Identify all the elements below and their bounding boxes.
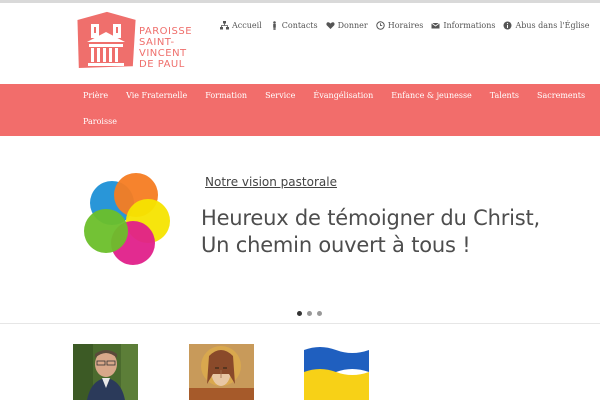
- topnav-contacts[interactable]: Contacts: [270, 21, 318, 30]
- topnav-label: Informations: [443, 21, 496, 30]
- pastoral-vision-link[interactable]: Notre vision pastorale: [205, 175, 337, 189]
- heart-icon: [326, 21, 335, 30]
- priest-portrait-thumbnail[interactable]: [73, 344, 138, 400]
- topnav-label: Abus dans l'Église: [515, 21, 590, 30]
- person-icon: [270, 21, 279, 30]
- nav-sacrements[interactable]: Sacrements: [537, 91, 585, 100]
- hero-slider: Notre vision pastorale Heureux de témoig…: [0, 136, 600, 324]
- topnav-horaires[interactable]: Horaires: [376, 21, 424, 30]
- logo-line: DE PAUL: [139, 59, 185, 70]
- logo-line: SAINT-: [139, 37, 175, 48]
- topnav-label: Contacts: [281, 21, 318, 30]
- slider-dots: [297, 311, 322, 316]
- christ-painting-thumbnail[interactable]: [189, 344, 254, 400]
- topnav-accueil[interactable]: Accueil: [220, 21, 262, 30]
- envelope-icon: [431, 21, 441, 30]
- topnav-donner[interactable]: Donner: [326, 21, 368, 30]
- topnav-informations[interactable]: Informations: [431, 21, 495, 30]
- logo-text: PAROISSE SAINT- VINCENT DE PAUL: [139, 26, 192, 70]
- slider-dot-2[interactable]: [307, 311, 312, 316]
- nav-priere[interactable]: Prière: [83, 91, 108, 100]
- topnav-label: Accueil: [232, 21, 262, 30]
- topnav-abus[interactable]: Abus dans l'Église: [503, 21, 590, 30]
- slogan-line-2: Un chemin ouvert à tous !: [201, 233, 471, 257]
- main-navigation: Prière Vie Fraternelle Formation Service…: [0, 84, 600, 136]
- church-logo-icon: [77, 11, 136, 68]
- nav-formation[interactable]: Formation: [205, 91, 247, 100]
- ukraine-flag-thumbnail[interactable]: [304, 344, 369, 400]
- topnav-label: Horaires: [387, 21, 424, 30]
- logo-line: VINCENT: [139, 48, 187, 59]
- slider-dot-3[interactable]: [317, 311, 322, 316]
- nav-talents[interactable]: Talents: [490, 91, 519, 100]
- top-navigation: Accueil Contacts Donner Horaires Informa…: [220, 21, 590, 30]
- logo-line: PAROISSE: [139, 26, 193, 37]
- clock-icon: [376, 21, 385, 30]
- nav-vie-fraternelle[interactable]: Vie Fraternelle: [126, 91, 187, 100]
- slogan-line-1: Heureux de témoigner du Christ,: [201, 206, 541, 230]
- sitemap-icon: [220, 21, 229, 30]
- info-icon: [503, 21, 512, 30]
- colorful-circles-logo-icon: [84, 173, 170, 265]
- hero-slogan: Heureux de témoigner du Christ, Un chemi…: [201, 205, 540, 259]
- nav-paroisse[interactable]: Paroisse: [83, 117, 117, 126]
- topnav-label: Donner: [337, 21, 368, 30]
- nav-service[interactable]: Service: [265, 91, 295, 100]
- nav-evangelisation[interactable]: Évangélisation: [313, 91, 373, 100]
- parish-logo[interactable]: PAROISSE SAINT- VINCENT DE PAUL: [73, 8, 205, 74]
- section-divider: [0, 323, 600, 324]
- slider-dot-1[interactable]: [297, 311, 302, 316]
- nav-enfance-jeunesse[interactable]: Enfance & jeunesse: [391, 91, 472, 100]
- top-border: [0, 0, 600, 3]
